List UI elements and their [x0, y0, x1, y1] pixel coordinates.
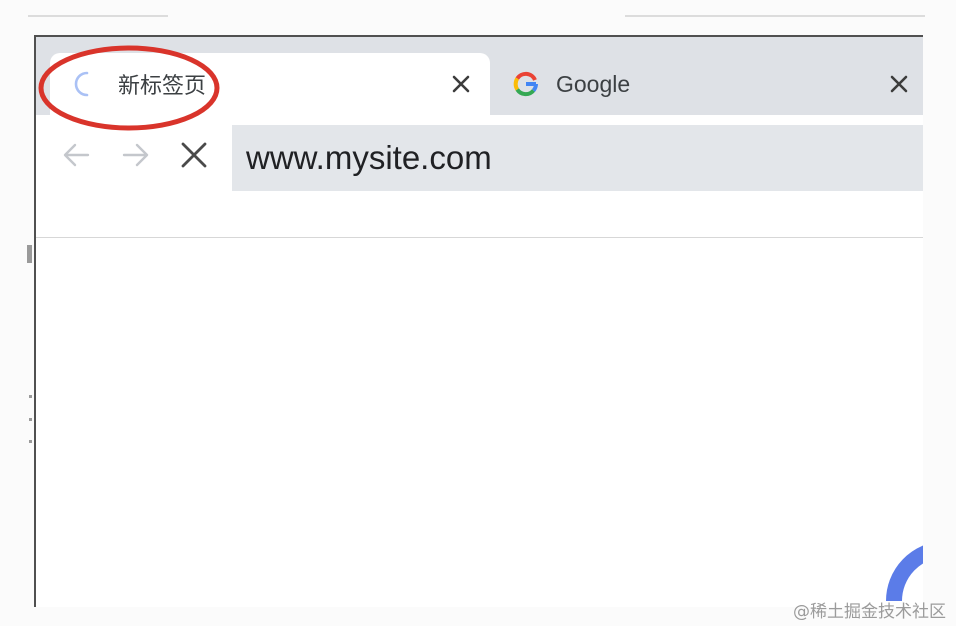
url-input[interactable] [246, 139, 886, 177]
tab-google[interactable]: Google [494, 53, 923, 115]
address-bar[interactable] [232, 125, 923, 191]
tab-title: Google [556, 70, 631, 97]
background-mark [29, 440, 32, 443]
watermark: @稀土掘金技术社区 [793, 602, 946, 622]
loading-spinner-icon [74, 71, 100, 97]
background-mark [29, 395, 32, 398]
page-content [36, 238, 923, 607]
browser-window: 新标签页 Google [34, 35, 923, 607]
background-divider [625, 15, 925, 17]
background-mark [29, 418, 32, 421]
background-divider [28, 15, 168, 17]
tab-strip: 新标签页 Google [36, 37, 923, 115]
tab-new-tab[interactable]: 新标签页 [50, 53, 490, 115]
background-mark [27, 245, 32, 263]
navigation-toolbar [36, 115, 923, 238]
arrow-left-icon[interactable] [58, 137, 94, 173]
close-icon[interactable] [886, 71, 912, 97]
loading-arc-icon [886, 545, 923, 602]
google-g-icon [512, 70, 540, 98]
arrow-right-icon[interactable] [118, 137, 154, 173]
stop-loading-x-icon[interactable] [176, 137, 212, 173]
tab-title: 新标签页 [118, 74, 207, 99]
close-icon[interactable] [448, 71, 474, 97]
